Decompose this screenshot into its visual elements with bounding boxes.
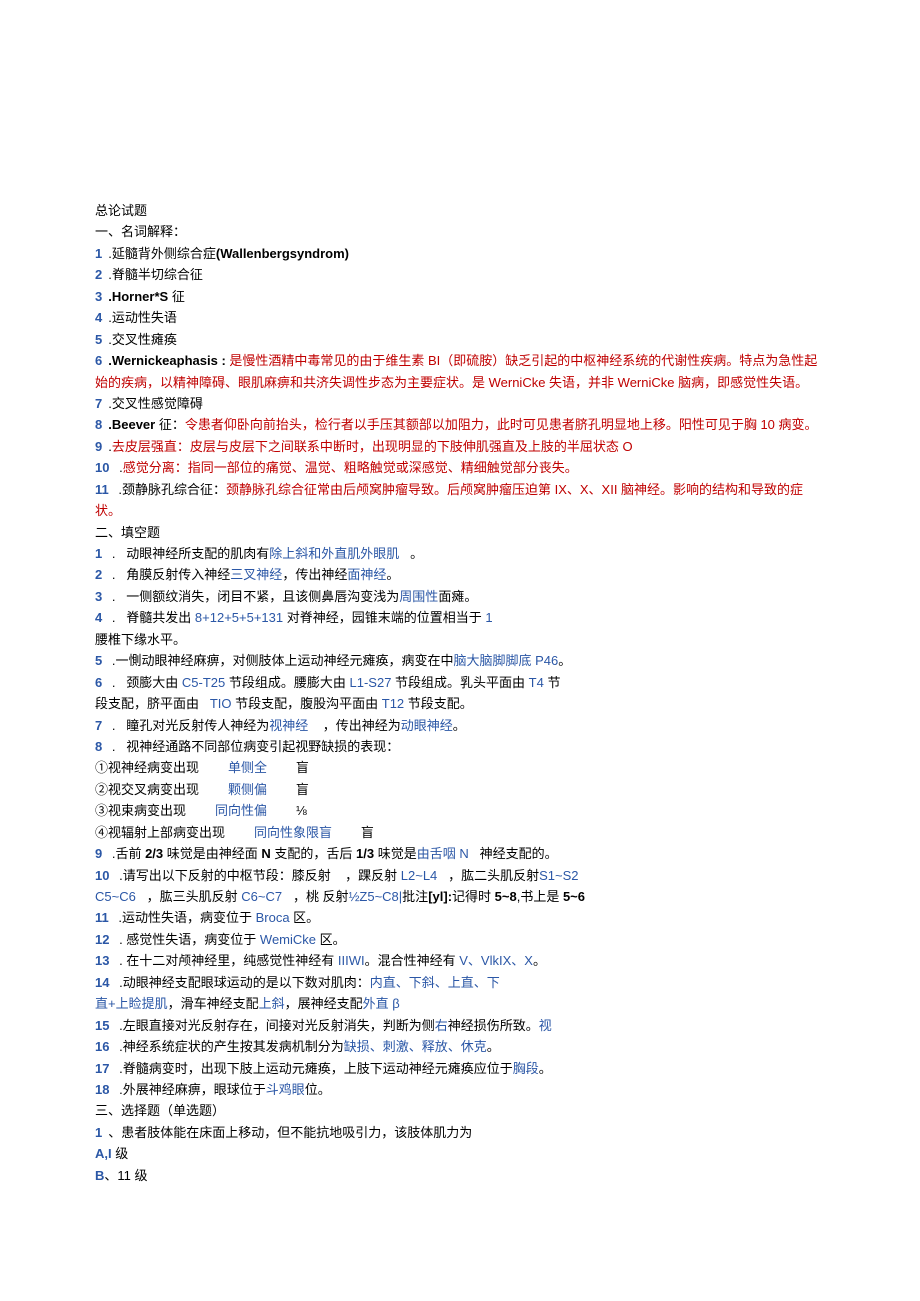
sec3-item: A,I 级 — [95, 1143, 825, 1164]
sec2-item: 6 . 颈膨大由 C5-T25 节段组成。腰膨大由 L1-S27 节段组成。乳头… — [95, 672, 825, 693]
sec2-item: 2 . 角膜反射传入神经三叉神经，传出神经面神经。 — [95, 564, 825, 585]
sec1-item: 11 .颈静脉孔综合征：颈静脉孔综合征常由后颅窝肿瘤导致。后颅窝肿瘤压迫第 IX… — [95, 479, 825, 522]
sec2-item: 直+上睑提肌，滑车神经支配上斜，展神经支配外直 β — [95, 993, 825, 1014]
sec1-item: 5.交叉性瘫痪 — [95, 329, 825, 350]
sec2-item: 13 . 在十二对颅神经里，纯感觉性神经有 IIIWI。混合性神经有 V、Vlk… — [95, 950, 825, 971]
sec2-item: 腰椎下缘水平。 — [95, 629, 825, 650]
sec2-item: 12 . 感觉性失语，病变位于 WemiCke 区。 — [95, 929, 825, 950]
sec2-item: 11 .运动性失语，病变位于 Broca 区。 — [95, 907, 825, 928]
sec2-item: 10 .请写出以下反射的中枢节段：膝反射 ，踝反射 L2~L4 ，肱二头肌反射S… — [95, 865, 825, 886]
sec1-item: 2.脊髓半切综合征 — [95, 264, 825, 285]
sec2-item: 4 . 脊髓共发出 8+12+5+5+131 对脊神经，园锥末端的位置相当于 1 — [95, 607, 825, 628]
sec3-item: 1、患者肢体能在床面上移动，但不能抗地吸引力，该肢体肌力为 — [95, 1122, 825, 1143]
sec2-item: ④视辐射上部病变出现 同向性象限盲 盲 — [95, 822, 825, 843]
sec2-item: 15 .左眼直接对光反射存在，间接对光反射消失，判断为侧右神经损伤所致。视 — [95, 1015, 825, 1036]
sec1-item: 4.运动性失语 — [95, 307, 825, 328]
sec2-item: 5 .一惻动眼神经麻痹，对侧肢体上运动神经元瘫痪，病变在中脑大脑脚脚底 P46。 — [95, 650, 825, 671]
section-heading-1: 一、名词解释： — [95, 221, 825, 242]
sec2-item: 14 .动眼神经支配眼球运动的是以下数对肌肉：内直、下斜、上直、下 — [95, 972, 825, 993]
sec1-item: 6.Wernickeaphasis : 是慢性酒精中毒常见的由于维生素 BI（即… — [95, 350, 825, 393]
sec1-item: 8.Beever 征：令患者仰卧向前抬头，检行者以手压其额部以加阻力，此时可见患… — [95, 414, 825, 435]
sec2-item: 3 . 一侧额纹消失，闭目不紧，且该侧鼻唇沟变浅为周围性面瘫。 — [95, 586, 825, 607]
sec1-item: 3.Horner*S 征 — [95, 286, 825, 307]
sec2-item: ③视束病变出现 同向性偏 ⅛ — [95, 800, 825, 821]
document-title: 总论试题 — [95, 200, 825, 221]
sec3-item: B、11 级 — [95, 1165, 825, 1186]
sec1-item: 10 .感觉分离：指同一部位的痛觉、温觉、粗略触觉或深感觉、精细触觉部分丧失。 — [95, 457, 825, 478]
sec2-item: 17 .脊髓病变时，出现下肢上运动元瘫痪，上肢下运动神经元瘫痪应位于胸段。 — [95, 1058, 825, 1079]
sec2-item: 1 . 动眼神经所支配的肌肉有除上斜和外直肌外眼肌 。 — [95, 543, 825, 564]
sec2-item: ①视神经病变出现 单侧全 盲 — [95, 757, 825, 778]
sec2-item: 段支配，脐平面由 TIO 节段支配，腹股沟平面由 T12 节段支配。 — [95, 693, 825, 714]
sec1-item: 9.去皮层强直：皮层与皮层下之间联系中断时，出现明显的下肢伸肌强直及上肢的半屈状… — [95, 436, 825, 457]
section-heading-3: 三、选择题（单选题） — [95, 1100, 825, 1121]
section-heading-2: 二、填空题 — [95, 522, 825, 543]
sec1-item: 7.交叉性感觉障碍 — [95, 393, 825, 414]
sec2-item: 16 .神经系统症状的产生按其发病机制分为缺损、刺激、释放、休克。 — [95, 1036, 825, 1057]
sec2-item: ②视交叉病变出现 颗侧偏 盲 — [95, 779, 825, 800]
sec2-item: 9 .舌前 2/3 味觉是由神经面 N 支配的，舌后 1/3 味觉是由舌咽 N … — [95, 843, 825, 864]
sec2-item: 8 . 视神经通路不同部位病变引起视野缺损的表现： — [95, 736, 825, 757]
sec1-item: 1.延髓背外侧综合症(Wallenbergsyndrom) — [95, 243, 825, 264]
sec2-item: C5~C6 ，肱三头肌反射 C6~C7 ，桃 反射½Z5~C8|批注[yl]:记… — [95, 886, 825, 907]
sec2-item: 18 .外展神经麻痹，眼球位于斗鸡眼位。 — [95, 1079, 825, 1100]
sec2-item: 7 . 瞳孔对光反射传人神经为视神经 ，传出神经为动眼神经。 — [95, 715, 825, 736]
